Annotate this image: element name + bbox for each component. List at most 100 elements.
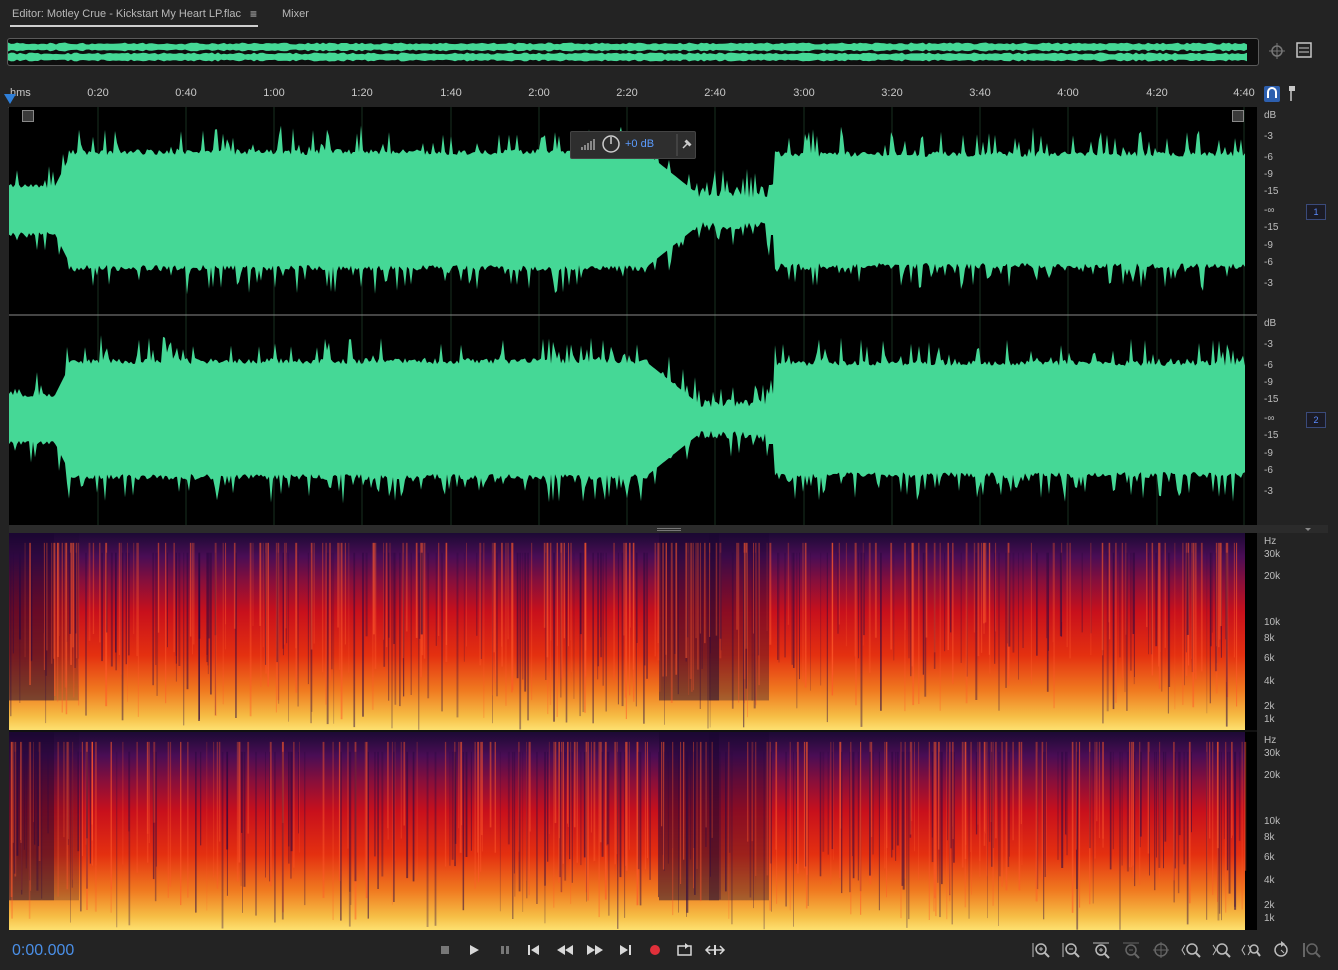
snap-magnet-icon[interactable]: [1264, 86, 1280, 102]
ruler-tick-label: 4:40: [1233, 87, 1255, 99]
playhead-marker[interactable]: [4, 94, 16, 104]
db-scale-label: -3: [1264, 278, 1273, 289]
zoom-reset-icon[interactable]: [1270, 940, 1292, 960]
db-scale-label: -9: [1264, 377, 1273, 388]
hz-scale-label: 8k: [1264, 633, 1275, 644]
zoom-out-full-icon[interactable]: [1150, 940, 1172, 960]
db-scale-label: -15: [1264, 430, 1279, 441]
timecode-display[interactable]: 0:00.000: [12, 942, 74, 960]
ruler-tick-label: 2:00: [528, 87, 550, 99]
hz-scale-label: 1k: [1264, 714, 1275, 725]
hz-scale-label: 10k: [1264, 816, 1281, 827]
hz-scale-label: 30k: [1264, 549, 1281, 560]
hz-scale-label: 4k: [1264, 875, 1275, 886]
zoom-in-amplitude-icon[interactable]: [1030, 940, 1052, 960]
record-button[interactable]: [644, 940, 666, 960]
menu-icon[interactable]: ≡: [250, 7, 257, 21]
fast-forward-button[interactable]: [584, 940, 606, 960]
hz-scale-label: 1k: [1264, 913, 1275, 924]
zoom-corner-right-icon[interactable]: [1232, 110, 1244, 122]
zoom-in-time-icon[interactable]: [1090, 940, 1112, 960]
hz-scale-label: 2k: [1264, 900, 1275, 911]
channel-badge[interactable]: 2: [1306, 412, 1326, 428]
hz-scale-label: 2k: [1264, 701, 1275, 712]
go-to-start-button[interactable]: [523, 940, 545, 960]
spectral-display[interactable]: [9, 533, 1257, 930]
go-to-end-button[interactable]: [614, 940, 636, 960]
play-button[interactable]: [463, 940, 485, 960]
ruler-tick-label: 0:20: [87, 87, 109, 99]
tab-bar: Editor: Motley Crue - Kickstart My Heart…: [0, 0, 1338, 30]
waveform-canvas: [9, 107, 1257, 525]
marker-pin-icon[interactable]: [1289, 86, 1295, 101]
zoom-out-amplitude-icon[interactable]: [1060, 940, 1082, 960]
hz-scale-label: 4k: [1264, 676, 1275, 687]
db-scale-label: -9: [1264, 169, 1273, 180]
hz-scale-label: 10k: [1264, 617, 1281, 628]
tab-mixer[interactable]: Mixer: [282, 8, 309, 20]
db-scale-label: -3: [1264, 131, 1273, 142]
hz-scale-label: 6k: [1264, 852, 1275, 863]
overview-navigator[interactable]: [7, 38, 1259, 66]
hz-scale-label: 30k: [1264, 748, 1281, 759]
db-scale-label: -∞: [1264, 205, 1275, 216]
hz-scale-label: 20k: [1264, 770, 1281, 781]
ruler-tick-label: 1:00: [263, 87, 285, 99]
db-scale-label: -6: [1264, 257, 1273, 268]
db-scale-label: -6: [1264, 360, 1273, 371]
pause-button[interactable]: [494, 940, 516, 960]
db-scale-label: -9: [1264, 240, 1273, 251]
ruler-tick-label: 4:00: [1057, 87, 1079, 99]
rewind-button[interactable]: [554, 940, 576, 960]
db-scale-label: -3: [1264, 486, 1273, 497]
zoom-in-at-out-point-icon[interactable]: [1210, 940, 1232, 960]
db-scale-label: -6: [1264, 465, 1273, 476]
ruler-tick-label: 1:20: [351, 87, 373, 99]
ruler-tick-label: 0:40: [175, 87, 197, 99]
hz-scale-label: 6k: [1264, 653, 1275, 664]
transport-bar: 0:00.000: [0, 932, 1338, 970]
db-scale-label: -15: [1264, 394, 1279, 405]
overview-zoom-icon[interactable]: [1269, 43, 1285, 59]
timeline-ruler[interactable]: hms 0:20 0:40 1:00 1:20 1:40 2:00 2:20 2:40 3:00…: [8, 81, 1257, 108]
db-scale-label: -9: [1264, 448, 1273, 459]
volume-hud[interactable]: +0 dB: [570, 131, 696, 159]
loop-button[interactable]: [674, 940, 696, 960]
volume-value: +0 dB: [625, 138, 655, 150]
db-scale-label: -15: [1264, 186, 1279, 197]
db-scale-label: dB: [1264, 318, 1277, 329]
pin-icon[interactable]: [682, 139, 692, 149]
hz-scale-label: Hz: [1264, 536, 1277, 547]
hz-scale-label: 20k: [1264, 571, 1281, 582]
tab-editor[interactable]: Editor: Motley Crue - Kickstart My Heart…: [12, 8, 241, 20]
db-scale-label: -15: [1264, 222, 1279, 233]
level-meter-icon: [581, 139, 595, 150]
waveform-display[interactable]: [9, 107, 1257, 525]
db-scale-label: -∞: [1264, 413, 1275, 424]
spectrogram-canvas: [9, 533, 1257, 930]
db-scale-label: dB: [1264, 110, 1277, 121]
overview-settings-icon[interactable]: [1296, 42, 1312, 58]
ruler-tick-label: 1:40: [440, 87, 462, 99]
knob-icon[interactable]: [602, 135, 620, 153]
ruler-tick-label: 2:40: [704, 87, 726, 99]
view-splitter[interactable]: [9, 525, 1328, 533]
zoom-in-at-in-point-icon[interactable]: [1240, 940, 1262, 960]
ruler-tick-label: 3:00: [793, 87, 815, 99]
hz-scale-label: Hz: [1264, 735, 1277, 746]
overview-icons: [1265, 40, 1325, 65]
ruler-tick-label: 2:20: [616, 87, 638, 99]
db-scale-label: -6: [1264, 152, 1273, 163]
channel-badge[interactable]: 1: [1306, 204, 1326, 220]
zoom-out-time-icon[interactable]: [1120, 940, 1142, 960]
db-scale-label: -3: [1264, 339, 1273, 350]
ruler-tick-label: 3:20: [881, 87, 903, 99]
overview-waveform: [8, 42, 1247, 62]
zoom-to-selection-icon[interactable]: [1180, 940, 1202, 960]
ruler-tick-label: 3:40: [969, 87, 991, 99]
zoom-in-frequency-icon[interactable]: [1300, 940, 1322, 960]
hz-scale-label: 8k: [1264, 832, 1275, 843]
stop-button[interactable]: [434, 940, 456, 960]
skip-selection-button[interactable]: [704, 940, 726, 960]
zoom-corner-left-icon[interactable]: [22, 110, 34, 122]
